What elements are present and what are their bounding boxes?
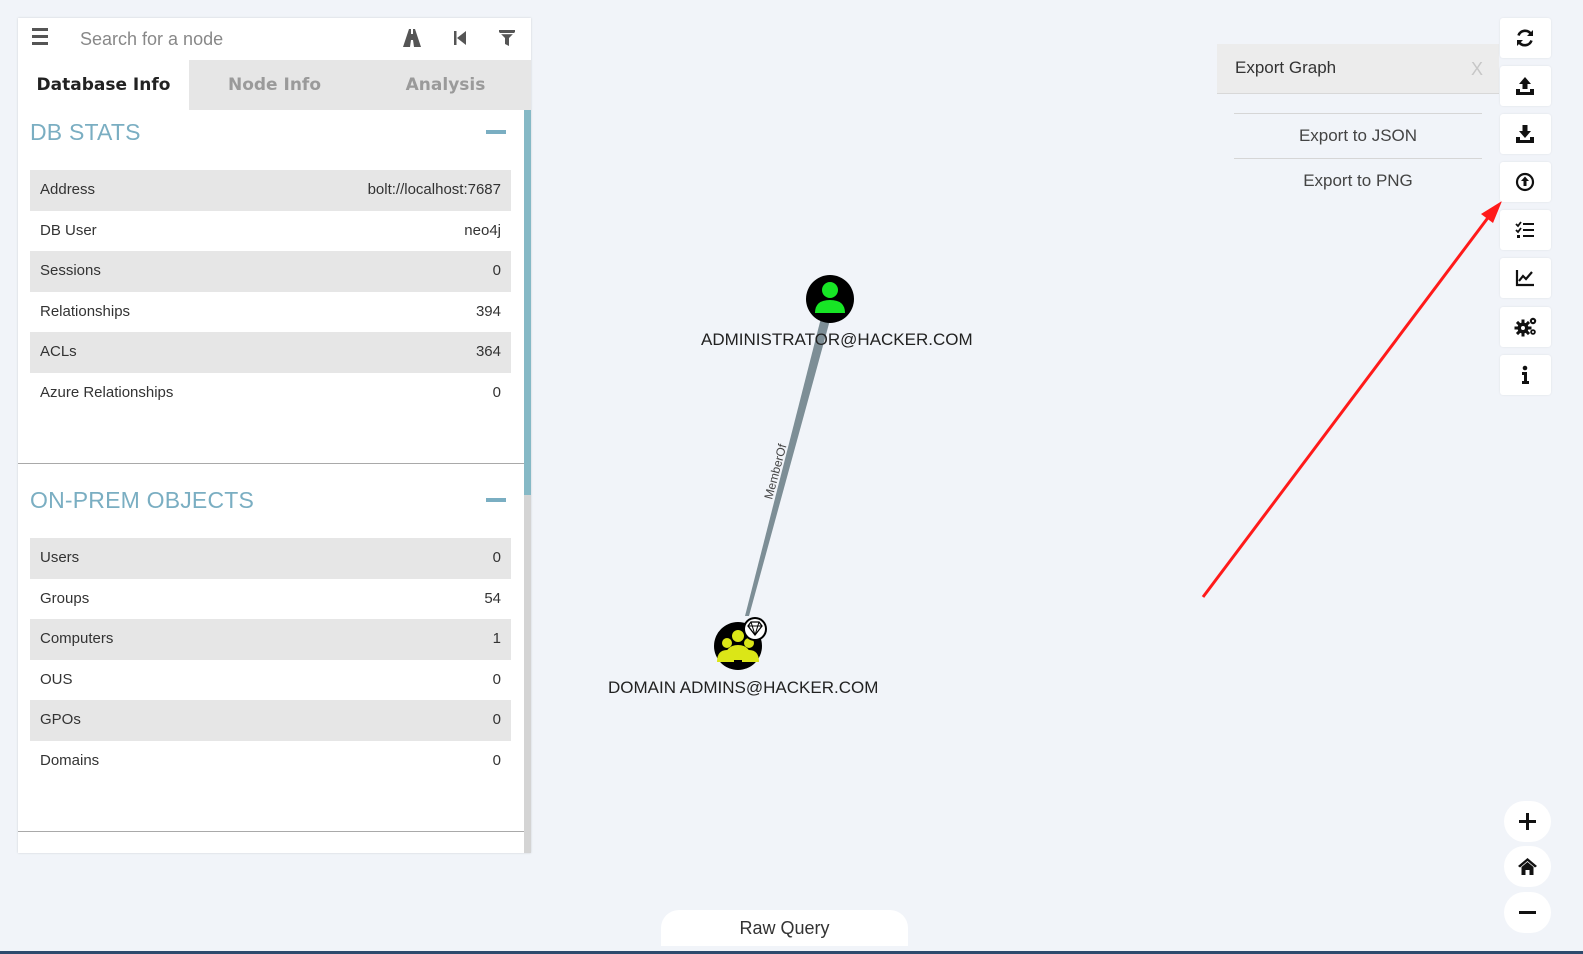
row-key: Computers [40,630,114,648]
row-key: Users [40,549,80,566]
row-value: 0 [492,711,501,729]
download-button[interactable] [1500,114,1551,154]
tab-database-info[interactable]: Database Info [18,60,189,110]
table-row: OUS 0 [30,660,511,701]
refresh-button[interactable] [1500,18,1551,58]
on-prem-objects-table: Users 0 Groups 54 Computers 1 OUS 0 GPOs 0 Do… [30,538,511,782]
row-key: OUS [40,670,73,688]
filter-icon[interactable] [495,26,519,50]
upload-icon [1516,77,1534,95]
zoom-in-icon [1519,813,1536,830]
row-value: 394 [475,302,501,320]
table-row: Groups 54 [30,579,511,620]
chart-button[interactable] [1500,258,1551,298]
row-value: 0 [492,549,501,566]
db-stats-title: DB STATS [30,119,141,145]
zoom-out-button[interactable] [1504,892,1551,933]
table-row: Address bolt://localhost:7687 [30,170,511,211]
checklist-icon [1515,221,1534,238]
row-key: DB User [40,221,97,239]
tab-analysis[interactable]: Analysis [360,60,531,110]
export-graph-header: Export Graph X [1217,44,1499,94]
settings-icon [1514,317,1537,337]
table-row: Relationships 394 [30,292,511,333]
node-administrator[interactable] [806,275,854,323]
node-label-domain-admins: DOMAIN ADMINS@HACKER.COM [608,678,879,697]
collapse-db-stats-button[interactable] [486,130,506,134]
high-value-diamond-icon [743,617,767,641]
row-key: Relationships [40,302,131,320]
table-row: Azure Relationships 0 [30,373,511,414]
on-prem-objects-title: ON-PREM OBJECTS [30,487,255,513]
zoom-in-button[interactable] [1504,801,1551,842]
table-row: GPOs 0 [30,700,511,741]
row-key: Sessions [40,262,101,280]
table-row: Domains 0 [30,741,511,782]
row-key: Address [40,181,96,198]
home-button[interactable] [1504,846,1551,887]
row-value: 0 [492,383,501,401]
tab-node-info[interactable]: Node Info [189,60,360,110]
table-row: Sessions 0 [30,251,511,292]
home-icon [1518,858,1537,875]
row-key: Domains [40,751,100,769]
row-value: bolt://localhost:7687 [367,181,501,198]
export-close-button[interactable]: X [1471,59,1483,80]
hamburger-menu-icon[interactable] [32,28,50,48]
annotation-arrow [1201,201,1502,598]
pathfinding-icon[interactable] [400,26,424,50]
import-icon [1515,172,1535,192]
row-value: 1 [492,630,501,648]
row-value: 0 [492,751,501,769]
panel-scrollbar[interactable] [524,110,531,853]
checklist-button[interactable] [1500,210,1551,250]
db-stats-table: Address bolt://localhost:7687 DB User neo4… [30,170,511,414]
row-value: 364 [475,343,501,361]
table-row: ACLs 364 [30,332,511,373]
raw-query-button[interactable]: Raw Query [661,910,908,946]
export-graph-title: Export Graph [1235,58,1337,77]
row-key: Groups [40,589,90,607]
info-icon [1522,365,1529,384]
table-row: Computers 1 [30,619,511,660]
import-button[interactable] [1500,162,1551,202]
export-to-json-button[interactable]: Export to JSON [1234,113,1482,158]
row-key: ACLs [40,343,77,361]
export-to-png-button[interactable]: Export to PNG [1234,158,1482,203]
search-input[interactable] [78,24,382,54]
row-value: neo4j [464,221,501,239]
search-bar [18,18,531,60]
left-panel: Database Info Node Info Analysis DB STAT… [18,18,531,853]
section-divider [18,463,524,464]
chart-icon [1515,270,1534,287]
table-row: DB User neo4j [30,211,511,252]
node-label-administrator: ADMINISTRATOR@HACKER.COM [701,330,973,349]
download-icon [1516,125,1534,143]
refresh-icon [1517,29,1533,47]
section-divider [18,831,524,832]
on-prem-objects-header[interactable]: ON-PREM OBJECTS [18,478,524,522]
row-key: Azure Relationships [40,383,174,401]
row-key: GPOs [40,711,81,729]
table-row: Users 0 [30,538,511,579]
row-value: 0 [492,262,501,280]
collapse-on-prem-button[interactable] [486,498,506,502]
upload-button[interactable] [1500,66,1551,106]
row-value: 54 [484,589,501,607]
scrollbar-thumb[interactable] [524,110,531,495]
row-value: 0 [492,670,501,688]
zoom-out-icon [1519,911,1536,914]
info-button[interactable] [1500,355,1551,395]
db-stats-header[interactable]: DB STATS [18,110,524,154]
edge-memberof [745,318,830,616]
tab-bar: Database Info Node Info Analysis [18,60,531,110]
database-info-content: DB STATS Address bolt://localhost:7687 DB… [18,110,524,853]
settings-button[interactable] [1500,307,1551,347]
back-icon[interactable] [448,26,472,50]
